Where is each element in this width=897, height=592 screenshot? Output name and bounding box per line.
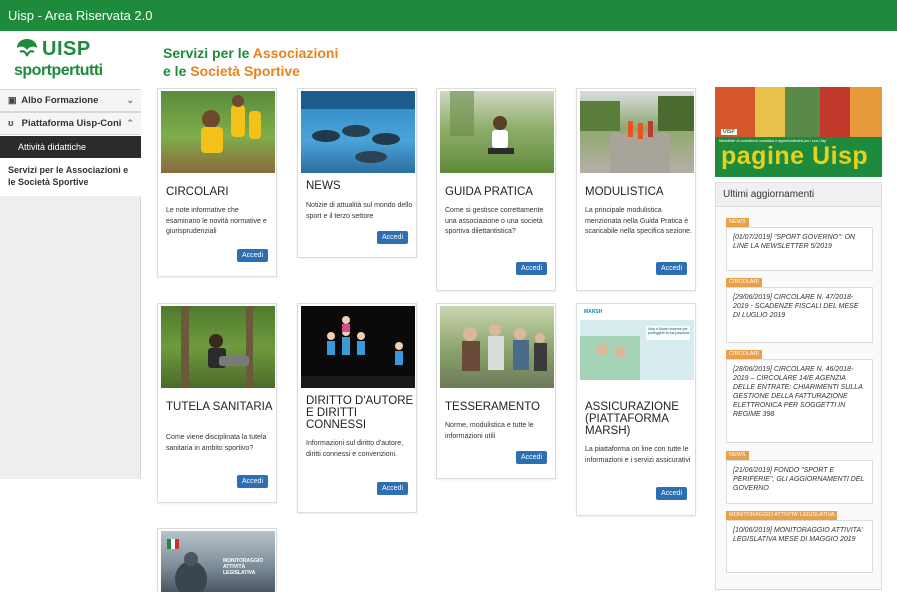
card-title: GUIDA PRATICA xyxy=(445,186,533,198)
sidebar-item-albo-formazione[interactable]: ▣ Albo Formazione ⌄ xyxy=(0,89,141,112)
marsh-logo: MARSH xyxy=(584,309,603,315)
link-icon: ʊ xyxy=(8,118,14,128)
card-monitoraggio[interactable]: MONITORAGGIO ATTIVITÀ LEGISLATIVA xyxy=(157,528,277,592)
card-title: MODULISTICA xyxy=(585,186,664,198)
update-tag: CIRCOLARI xyxy=(726,278,762,287)
chevron-up-icon: ⌃ xyxy=(126,118,134,128)
card-title: ASSICURAZIONE (PIATTAFORMA MARSH) xyxy=(585,401,679,437)
card-title: DIRITTO D'AUTORE E DIRITTI CONNESSI xyxy=(306,395,414,431)
card-tutela-sanitaria[interactable]: TUTELA SANITARIA Come viene disciplinata… xyxy=(157,303,277,503)
update-tag: NEWS xyxy=(726,451,749,460)
card-image: MONITORAGGIO ATTIVITÀ LEGISLATIVA xyxy=(161,531,275,592)
update-item[interactable]: [01/07/2019] "SPORT GOVERNO": ON LINE LA… xyxy=(726,227,873,271)
window-title: Uisp - Area Riservata 2.0 xyxy=(0,0,897,31)
pagine-uisp-banner[interactable]: UISP Newsletter di consulenza normativa … xyxy=(715,87,882,177)
monitoraggio-caption: MONITORAGGIO ATTIVITÀ LEGISLATIVA xyxy=(223,558,264,576)
card-description: Norme, modulistica e tutte le informazio… xyxy=(445,422,534,440)
card-guida-pratica[interactable]: GUIDA PRATICA Come si gestisce correttam… xyxy=(436,88,556,291)
sidebar-background xyxy=(0,196,141,479)
accedi-button[interactable]: Accedi xyxy=(516,451,547,464)
updates-heading: Ultimi aggiornamenti xyxy=(716,183,881,207)
book-icon: ▣ xyxy=(8,95,17,105)
accedi-button[interactable]: Accedi xyxy=(656,262,687,275)
heading-text: e le xyxy=(163,63,191,79)
sidebar-item-label: Piattaforma Uisp-Coni xyxy=(21,118,122,129)
accedi-button[interactable]: Accedi xyxy=(237,249,268,262)
card-modulistica[interactable]: MODULISTICA La principale modulistica me… xyxy=(576,88,696,291)
accedi-button[interactable]: Accedi xyxy=(377,231,408,244)
accedi-button[interactable]: Accedi xyxy=(237,475,268,488)
card-image xyxy=(161,91,275,173)
card-description: Informazioni sul diritto d'autore, dirit… xyxy=(306,440,404,458)
banner-brand: UISP xyxy=(721,129,737,135)
update-item[interactable]: [10/06/2019] MONITORAGGIO ATTIVITA' LEGI… xyxy=(726,520,873,573)
card-image xyxy=(580,91,694,173)
updates-panel: Ultimi aggiornamenti NEWS [01/07/2019] "… xyxy=(715,182,882,590)
logo-brand: UISP xyxy=(42,38,91,60)
card-image xyxy=(301,91,415,173)
card-diritto-autore[interactable]: DIRITTO D'AUTORE E DIRITTI CONNESSI Info… xyxy=(297,303,417,513)
banner-title: pagine Uisp xyxy=(721,142,869,170)
sidebar-item-label: Albo Formazione xyxy=(21,95,99,106)
card-title: CIRCOLARI xyxy=(166,186,229,198)
card-assicurazione[interactable]: MARSH Uisp e Marsh insieme per protegger… xyxy=(576,303,696,516)
update-item[interactable]: [29/06/2019] CIRCOLARE N. 47/2018-2019 -… xyxy=(726,287,873,343)
uisp-logo-mark-icon xyxy=(17,39,37,57)
update-tag: NEWS xyxy=(726,218,749,227)
card-circolari[interactable]: CIRCOLARI Le note informative che esamin… xyxy=(157,88,277,277)
card-image xyxy=(440,91,554,173)
sidebar-item-piattaforma[interactable]: ʊ Piattaforma Uisp-Coni ⌃ xyxy=(0,112,141,135)
card-description: La principale modulistica menzionata nel… xyxy=(585,207,692,235)
card-description: Notizie di attualità sul mondo dello spo… xyxy=(306,202,413,220)
card-image: MARSH Uisp e Marsh insieme per protegger… xyxy=(580,306,694,388)
card-title: TESSERAMENTO xyxy=(445,401,540,413)
heading-text: Servizi per le xyxy=(163,45,253,61)
card-description: Le note informative che esaminano le nov… xyxy=(166,207,267,235)
card-image xyxy=(440,306,554,388)
sidebar-item-servizi[interactable]: Servizi per le Associazioni e le Società… xyxy=(8,164,136,188)
card-title: NEWS xyxy=(306,180,341,192)
accedi-button[interactable]: Accedi xyxy=(516,262,547,275)
sidebar: UISP sportpertutti ▣ Albo Formazione ⌄ ʊ… xyxy=(0,31,141,591)
card-image xyxy=(301,306,415,388)
update-tag: CIRCOLARI xyxy=(726,350,762,359)
card-image xyxy=(161,306,275,388)
logo-tagline: sportpertutti xyxy=(14,62,103,79)
accedi-button[interactable]: Accedi xyxy=(377,482,408,495)
card-news[interactable]: NEWS Notizie di attualità sul mondo dell… xyxy=(297,88,417,258)
heading-highlight: Società Sportive xyxy=(190,63,300,79)
page-title: Servizi per le Associazioni e le Società… xyxy=(163,44,338,80)
update-tag: MONITORAGGIO ATTIVITA' LEGISLATIVA xyxy=(726,511,838,520)
card-description: Come viene disciplinata la tutela sanita… xyxy=(166,434,267,452)
card-title: TUTELA SANITARIA xyxy=(166,401,273,413)
uisp-logo[interactable]: UISP sportpertutti xyxy=(14,38,124,88)
card-description: La piattaforma on line con tutte le info… xyxy=(585,446,691,464)
marsh-text: Uisp e Marsh insieme per proteggere la t… xyxy=(648,327,690,335)
update-item[interactable]: [21/06/2019] FONDO "SPORT E PERIFERIE", … xyxy=(726,460,873,504)
card-description: Come si gestisce correttamente una assoc… xyxy=(445,207,544,235)
sidebar-subitem-attivita[interactable]: Attività didattiche xyxy=(0,136,141,158)
heading-highlight: Associazioni xyxy=(252,45,339,61)
chevron-down-icon: ⌄ xyxy=(126,95,134,105)
accedi-button[interactable]: Accedi xyxy=(656,487,687,500)
card-tesseramento[interactable]: TESSERAMENTO Norme, modulistica e tutte … xyxy=(436,303,556,479)
update-item[interactable]: [28/06/2019] CIRCOLARE N. 46/2018-2019 –… xyxy=(726,359,873,443)
